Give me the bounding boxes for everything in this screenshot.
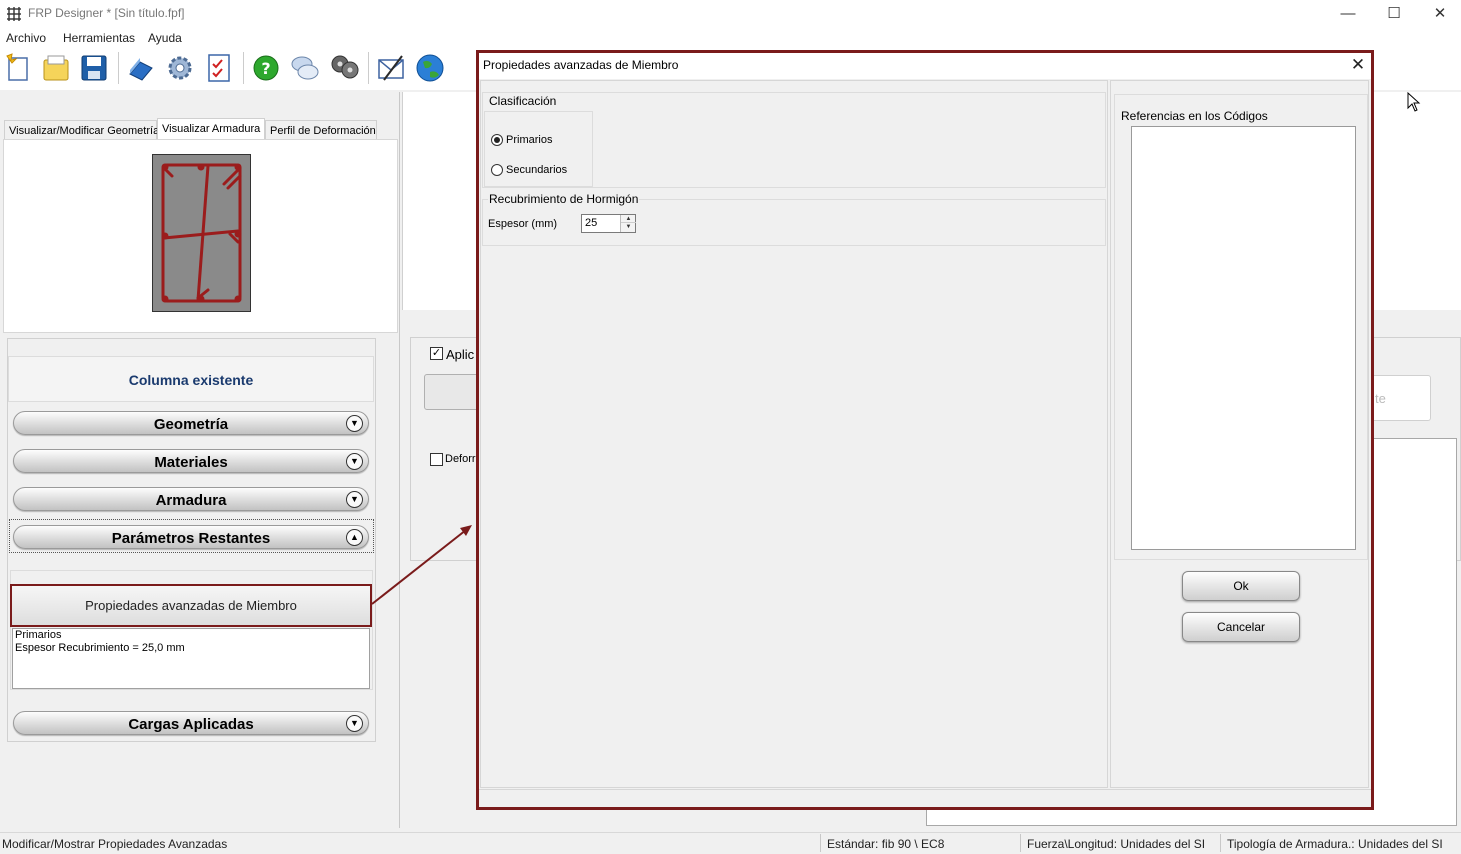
window-title: FRP Designer * [Sin título.fpf] (28, 6, 185, 20)
deform-label: Deforr (445, 453, 476, 465)
dialog-close-button[interactable]: ✕ (1348, 54, 1368, 76)
dialog-bottom-strip (479, 789, 1371, 807)
toolbar-separator (368, 52, 369, 84)
svg-text:?: ? (261, 59, 270, 78)
referencias-list[interactable] (1131, 126, 1356, 550)
referencias-label: Referencias en los Códigos (1120, 109, 1269, 123)
email-icon[interactable] (376, 52, 406, 84)
rebar-cross-section (152, 154, 251, 312)
recubrimiento-group (482, 199, 1106, 246)
status-standard: Estándar: fib 90 \ EC8 (827, 837, 945, 851)
toolbar-separator (243, 52, 244, 84)
tab-perfil-deformacion[interactable]: Perfil de Deformación (265, 120, 377, 140)
status-units-rebar: Tipología de Armadura.: Unidades del SI (1227, 837, 1443, 851)
spin-up-icon[interactable]: ▲ (621, 215, 636, 223)
section-cargas-button[interactable]: Cargas Aplicadas ▼ (13, 711, 369, 735)
tab-visualizar-armadura[interactable]: Visualizar Armadura (157, 118, 265, 140)
chevron-down-icon: ▼ (346, 415, 363, 432)
background-right-button[interactable]: te (1370, 375, 1431, 421)
book-icon[interactable] (126, 52, 156, 84)
background-button[interactable] (424, 374, 484, 410)
settings-gear-icon[interactable] (165, 52, 195, 84)
secundarios-label[interactable]: Secundarios (506, 164, 567, 176)
tab-visualizar-geometria[interactable]: Visualizar/Modificar Geometría (4, 120, 159, 140)
member-title: Columna existente (8, 356, 374, 402)
cancel-button[interactable]: Cancelar (1182, 612, 1300, 642)
status-units-force: Fuerza\Longitud: Unidades del SI (1027, 837, 1206, 851)
chevron-down-icon: ▼ (346, 491, 363, 508)
summary-line-class: Primarios (15, 629, 62, 641)
section-geometria-label: Geometría (153, 416, 229, 433)
save-icon[interactable] (79, 52, 109, 84)
section-armadura-button[interactable]: Armadura ▼ (13, 487, 369, 511)
section-materiales-label: Materiales (154, 454, 228, 471)
summary-line-cover: Espesor Recubrimiento = 25,0 mm (15, 642, 185, 654)
maximize-button[interactable]: ☐ (1371, 0, 1417, 28)
chat-icon[interactable] (290, 52, 320, 84)
primarios-label[interactable]: Primarios (506, 134, 552, 146)
aplic-checkbox[interactable]: ✓ (430, 347, 443, 360)
section-parametros-button[interactable]: Parámetros Restantes ▲ (13, 525, 369, 549)
menu-bar (0, 28, 1461, 48)
deform-checkbox[interactable] (430, 453, 443, 466)
help-icon[interactable]: ? (251, 52, 281, 84)
status-message: Modificar/Mostrar Propiedades Avanzadas (2, 837, 228, 851)
clasificacion-label: Clasificación (488, 94, 558, 108)
film-reel-icon[interactable] (329, 52, 359, 84)
status-separator (1020, 834, 1021, 852)
ok-button[interactable]: Ok (1182, 571, 1300, 601)
recubrimiento-label: Recubrimiento de Hormigón (488, 192, 640, 206)
dialog-title: Propiedades avanzadas de Miembro (483, 58, 679, 72)
title-bar (0, 0, 1461, 28)
spin-down-icon[interactable]: ▼ (621, 223, 636, 231)
menu-ayuda[interactable]: Ayuda (148, 31, 182, 45)
section-materiales-button[interactable]: Materiales ▼ (13, 449, 369, 473)
app-grid-icon (7, 7, 21, 21)
espesor-label: Espesor (mm) (488, 218, 558, 230)
new-file-icon[interactable] (3, 52, 33, 84)
section-cargas-label: Cargas Aplicadas (128, 716, 254, 733)
section-armadura-label: Armadura (155, 492, 227, 509)
mouse-cursor-icon (1407, 92, 1421, 112)
espesor-spinner[interactable]: ▲ ▼ (620, 215, 636, 232)
open-folder-icon[interactable] (41, 52, 71, 84)
close-window-button[interactable]: ✕ (1417, 0, 1461, 28)
chevron-down-icon: ▼ (346, 453, 363, 470)
chevron-down-icon: ▼ (346, 715, 363, 732)
status-separator (820, 834, 821, 852)
menu-archivo[interactable]: Archivo (6, 31, 46, 45)
section-geometria-button[interactable]: Geometría ▼ (13, 411, 369, 435)
minimize-button[interactable]: — (1325, 0, 1371, 28)
properties-summary: Primarios Espesor Recubrimiento = 25,0 m… (12, 628, 370, 689)
globe-icon[interactable] (415, 52, 445, 84)
checklist-icon[interactable] (204, 52, 234, 84)
secundarios-radio[interactable] (491, 164, 503, 176)
primarios-radio[interactable] (491, 134, 503, 146)
menu-herramientas[interactable]: Herramientas (63, 31, 135, 45)
status-separator (1220, 834, 1221, 852)
advanced-properties-button[interactable]: Propiedades avanzadas de Miembro (10, 584, 372, 627)
toolbar-separator (118, 52, 119, 84)
section-parametros-label: Parámetros Restantes (111, 530, 271, 547)
chevron-up-icon: ▲ (346, 529, 363, 546)
aplic-label: Aplic (446, 347, 475, 362)
